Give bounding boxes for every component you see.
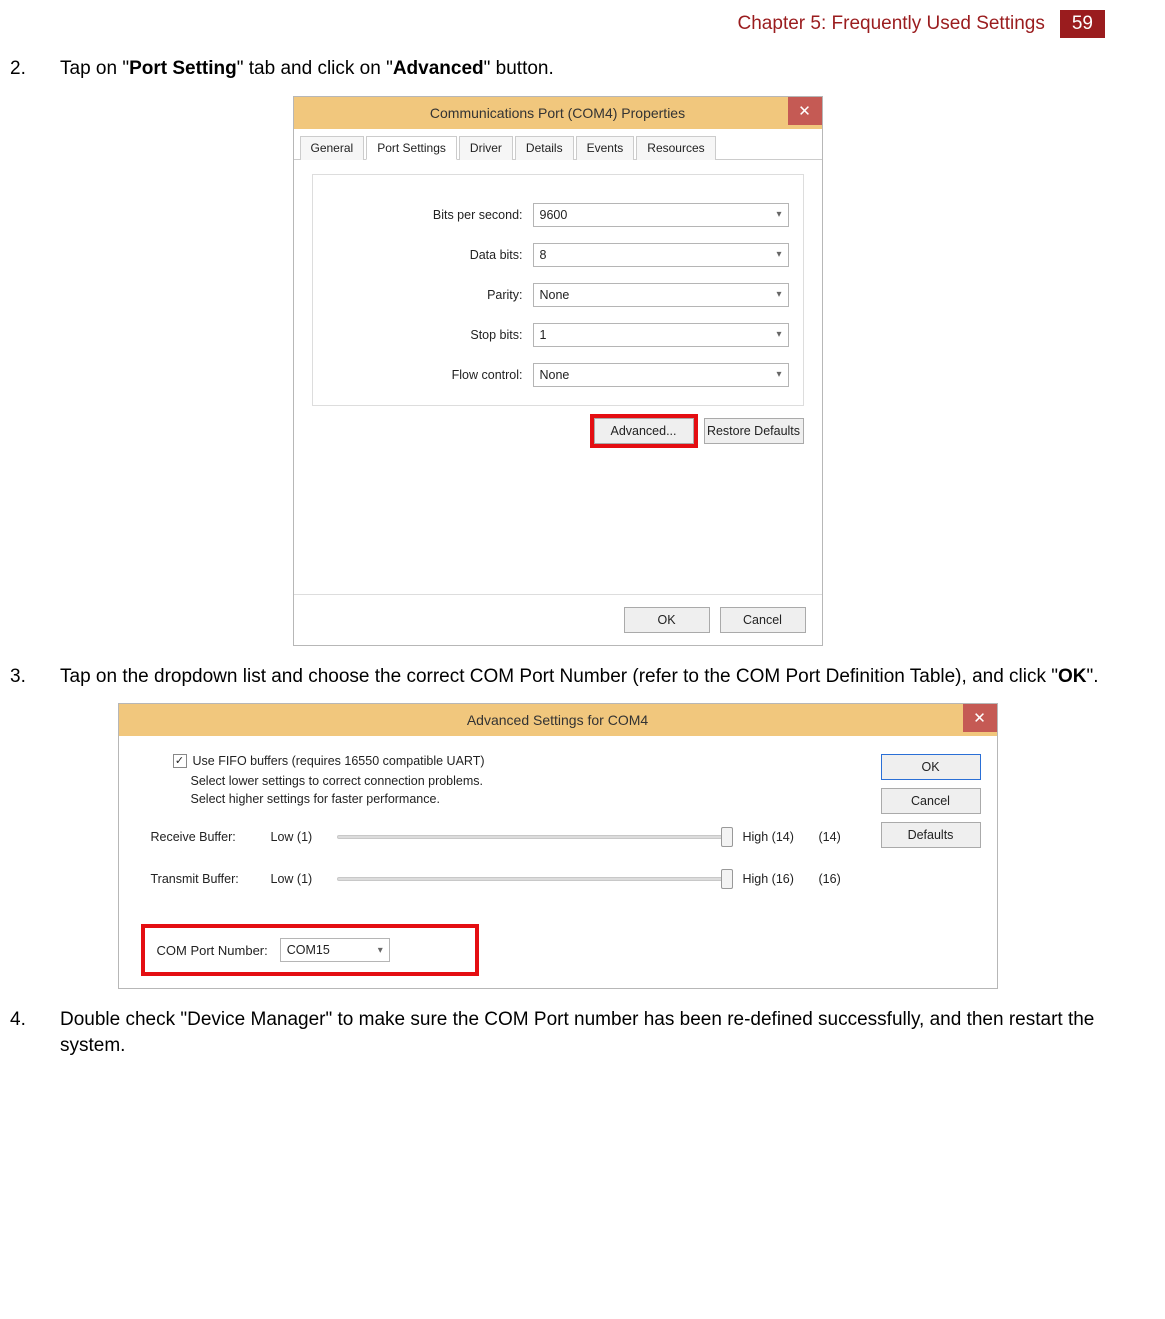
page-number: 59 (1060, 10, 1105, 38)
dialog-title: Advanced Settings for COM4 (467, 712, 648, 728)
chevron-down-icon: ▾ (776, 249, 781, 260)
step-2: 2. Tap on "Port Setting" tab and click o… (10, 56, 1105, 82)
hint-higher: Select higher settings for faster perfor… (191, 792, 861, 806)
step-body: Tap on the dropdown list and choose the … (60, 664, 1105, 690)
tab-port-settings[interactable]: Port Settings (366, 136, 457, 160)
chevron-down-icon: ▾ (776, 369, 781, 380)
ok-button[interactable]: OK (881, 754, 981, 780)
step-number: 4. (10, 1007, 60, 1033)
parity-select[interactable]: None ▾ (533, 283, 789, 307)
advanced-settings-dialog: Advanced Settings for COM4 ✕ ✓ Use FIFO … (118, 703, 998, 989)
dialog-titlebar: Communications Port (COM4) Properties ✕ (294, 97, 822, 129)
bps-label: Bits per second: (327, 208, 533, 222)
fifo-checkbox[interactable]: ✓ (173, 754, 187, 768)
page-header: Chapter 5: Frequently Used Settings 59 (10, 10, 1105, 38)
fifo-checkbox-row: ✓ Use FIFO buffers (requires 16550 compa… (173, 754, 861, 768)
ok-button[interactable]: OK (624, 607, 710, 633)
slider-track (337, 877, 733, 881)
fifo-label: Use FIFO buffers (requires 16550 compati… (193, 754, 485, 768)
chapter-title: Chapter 5: Frequently Used Settings (738, 13, 1045, 35)
com-properties-dialog: Communications Port (COM4) Properties ✕ … (293, 96, 823, 646)
transmit-value: (16) (819, 872, 861, 886)
tab-events[interactable]: Events (576, 136, 635, 160)
tab-driver[interactable]: Driver (459, 136, 513, 160)
tab-strip: General Port Settings Driver Details Eve… (294, 129, 822, 160)
port-settings-group: Bits per second: 9600 ▾ Data bits: 8 ▾ (312, 174, 804, 406)
flow-label: Flow control: (327, 368, 533, 382)
databits-select[interactable]: 8 ▾ (533, 243, 789, 267)
receive-buffer-slider[interactable] (337, 826, 733, 848)
cancel-button[interactable]: Cancel (881, 788, 981, 814)
defaults-button[interactable]: Defaults (881, 822, 981, 848)
step-4: 4. Double check "Device Manager" to make… (10, 1007, 1105, 1058)
bps-select[interactable]: 9600 ▾ (533, 203, 789, 227)
databits-label: Data bits: (327, 248, 533, 262)
chevron-down-icon: ▾ (776, 329, 781, 340)
close-icon: ✕ (973, 709, 986, 727)
step-body: Double check "Device Manager" to make su… (60, 1007, 1105, 1058)
receive-value: (14) (819, 830, 861, 844)
check-icon: ✓ (175, 756, 184, 767)
com-port-row: COM Port Number: COM15 ▾ (145, 928, 475, 972)
tab-resources[interactable]: Resources (636, 136, 715, 160)
dialog-title: Communications Port (COM4) Properties (430, 105, 685, 121)
tab-details[interactable]: Details (515, 136, 574, 160)
hint-lower: Select lower settings to correct connect… (191, 774, 861, 788)
chevron-down-icon: ▾ (378, 945, 383, 956)
advanced-button[interactable]: Advanced... (594, 418, 694, 444)
receive-buffer-label: Receive Buffer: (151, 830, 261, 844)
transmit-buffer-label: Transmit Buffer: (151, 872, 261, 886)
com-port-select[interactable]: COM15 ▾ (280, 938, 390, 962)
slider-track (337, 835, 733, 839)
chevron-down-icon: ▾ (776, 209, 781, 220)
com-port-label: COM Port Number: (157, 943, 268, 958)
transmit-high-label: High (16) (743, 872, 809, 886)
step-body: Tap on "Port Setting" tab and click on "… (60, 56, 1105, 82)
flow-select[interactable]: None ▾ (533, 363, 789, 387)
dialog-titlebar: Advanced Settings for COM4 ✕ (119, 704, 997, 736)
receive-buffer-row: Receive Buffer: Low (1) High (14) (14) (151, 826, 861, 848)
step-number: 3. (10, 664, 60, 690)
transmit-buffer-row: Transmit Buffer: Low (1) High (16) (16) (151, 868, 861, 890)
transmit-low-label: Low (1) (271, 872, 327, 886)
parity-label: Parity: (327, 288, 533, 302)
slider-thumb[interactable] (721, 869, 733, 889)
step-3: 3. Tap on the dropdown list and choose t… (10, 664, 1105, 690)
stopbits-label: Stop bits: (327, 328, 533, 342)
restore-defaults-button[interactable]: Restore Defaults (704, 418, 804, 444)
transmit-buffer-slider[interactable] (337, 868, 733, 890)
close-button[interactable]: ✕ (788, 97, 822, 125)
slider-thumb[interactable] (721, 827, 733, 847)
close-button[interactable]: ✕ (963, 704, 997, 732)
receive-high-label: High (14) (743, 830, 809, 844)
tab-general[interactable]: General (300, 136, 365, 160)
chevron-down-icon: ▾ (776, 289, 781, 300)
stopbits-select[interactable]: 1 ▾ (533, 323, 789, 347)
close-icon: ✕ (798, 102, 811, 120)
receive-low-label: Low (1) (271, 830, 327, 844)
step-number: 2. (10, 56, 60, 82)
cancel-button[interactable]: Cancel (720, 607, 806, 633)
